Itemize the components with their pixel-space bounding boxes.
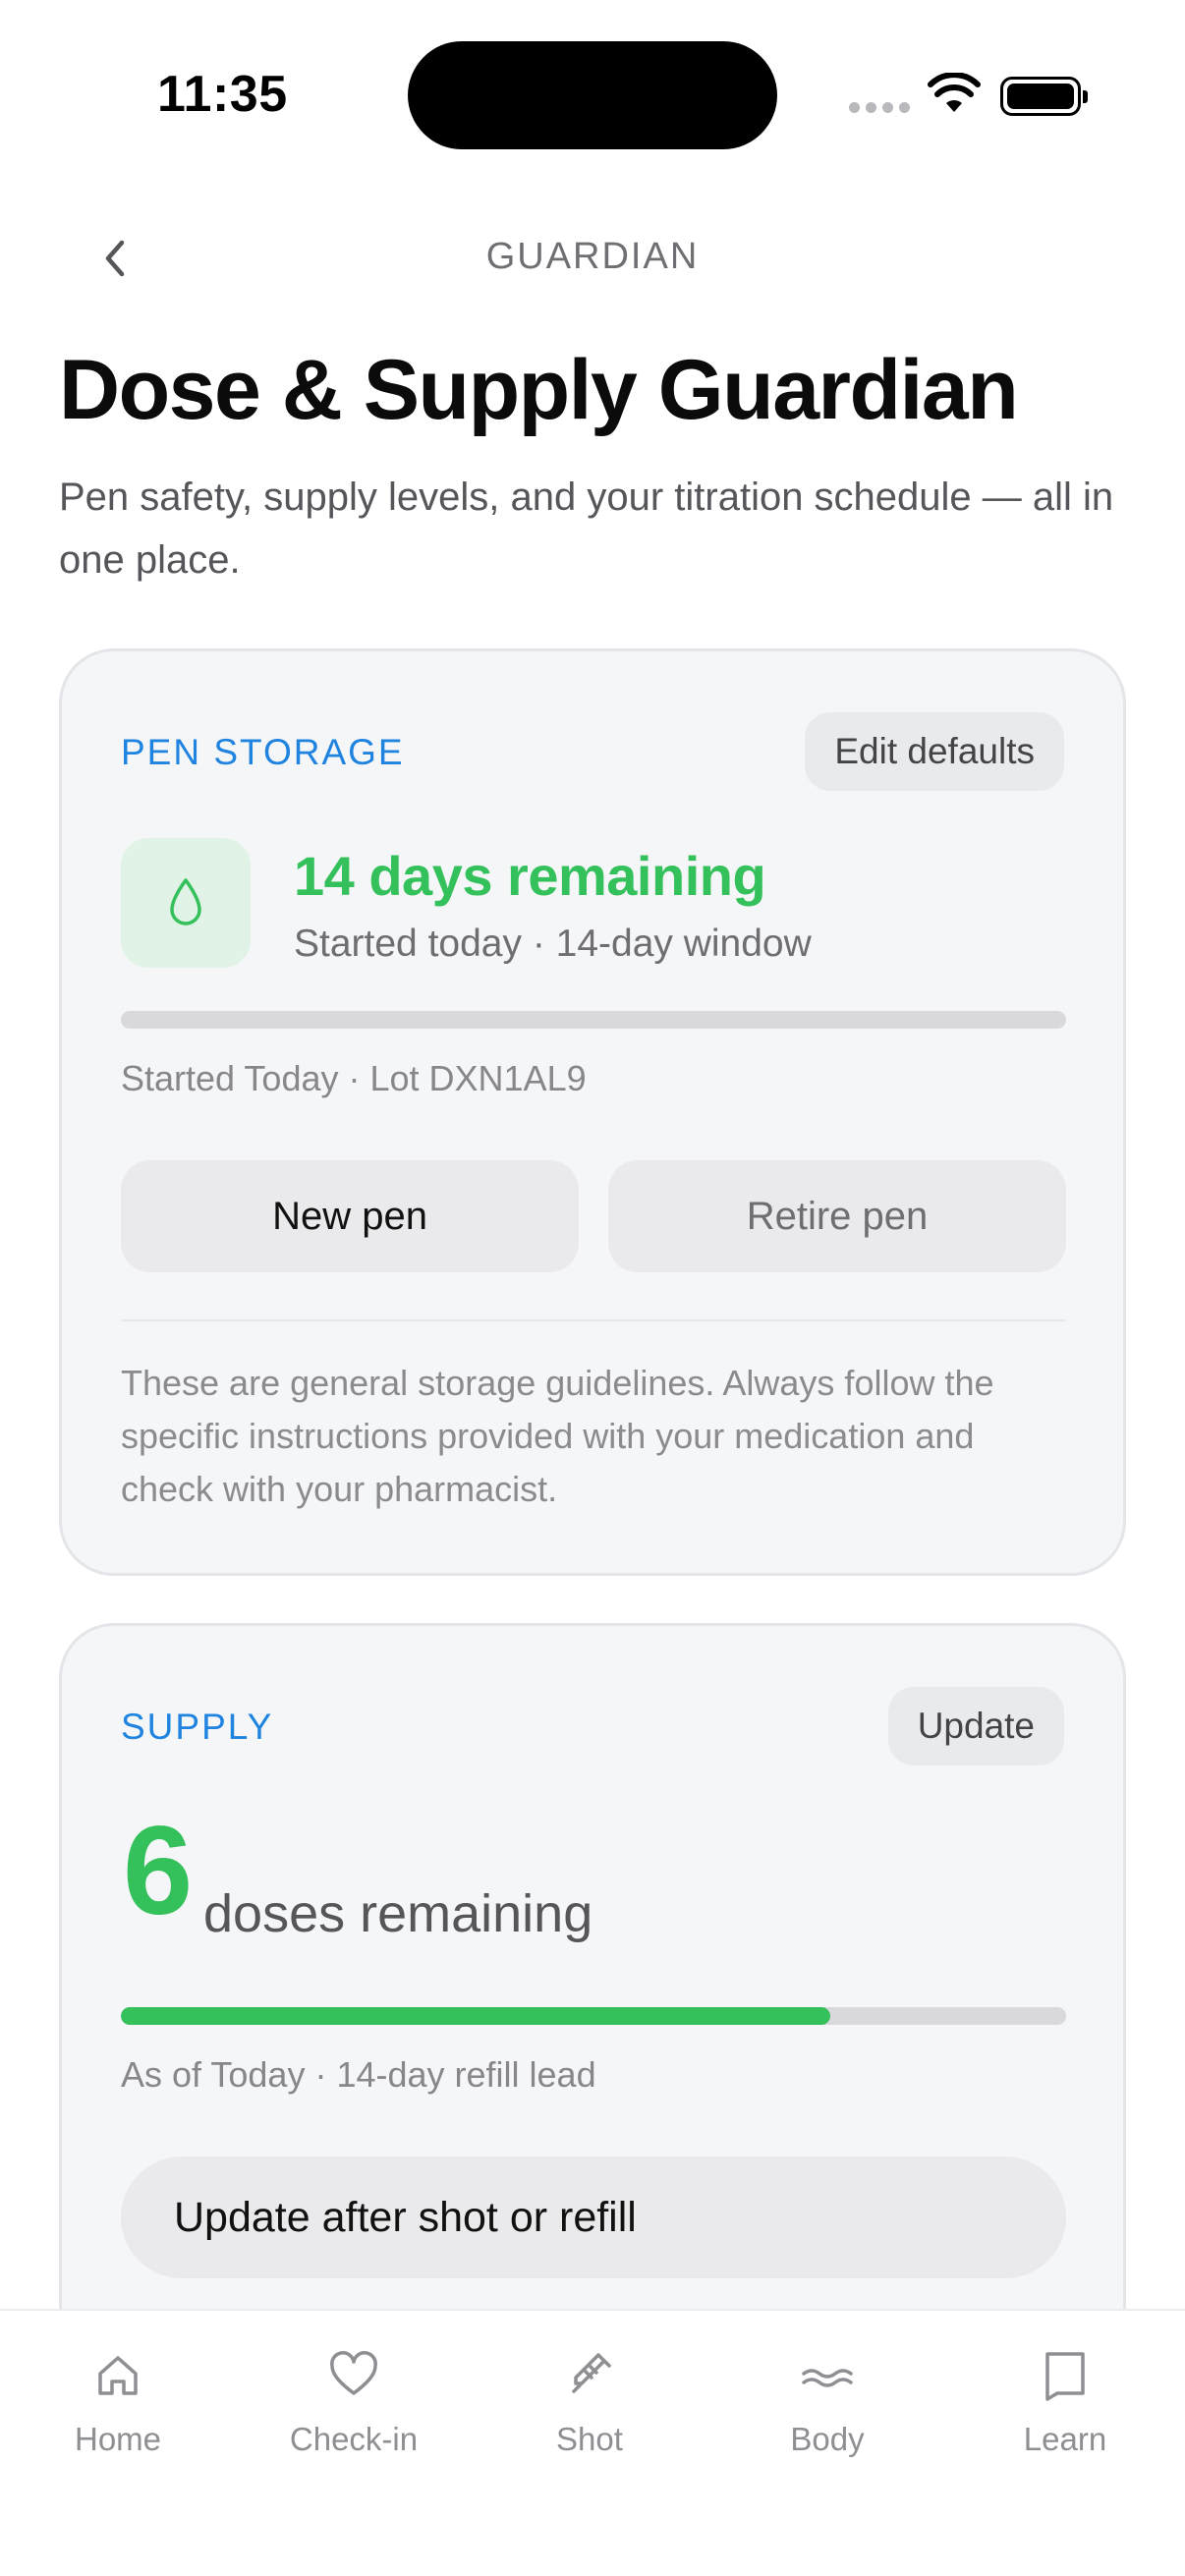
guardian-screen: 11:35 GUARDIAN Dose & Supply Guardian Pe… [0, 0, 1185, 2576]
page-subtitle: Pen safety, supply levels, and your titr… [59, 476, 1114, 582]
storage-disclaimer: These are general storage guidelines. Al… [121, 1363, 994, 1509]
drop-icon [170, 878, 201, 925]
update-after-shot-button[interactable]: Update after shot or refill [121, 2156, 1066, 2278]
tab-label: Shot [556, 2421, 623, 2457]
pen-storage-label: PEN STORAGE [121, 732, 405, 772]
tab-home[interactable]: Home [20, 2346, 216, 2458]
book-icon [1045, 2352, 1085, 2401]
storage-progress-bar [121, 1011, 1066, 1029]
tab-learn[interactable]: Learn [967, 2346, 1163, 2458]
battery-icon [1000, 77, 1088, 116]
dynamic-island [408, 41, 777, 149]
heart-icon [330, 2351, 377, 2395]
signal-icon [849, 102, 910, 113]
supply-progress-fill [121, 2007, 830, 2025]
days-remaining: 14 days remaining [294, 845, 766, 907]
storage-meta: Started Today · Lot DXN1AL9 [121, 1058, 587, 1098]
status-time: 11:35 [157, 66, 288, 123]
tab-body[interactable]: Body [729, 2346, 926, 2458]
pen-storage-card: PEN STORAGE Edit defaults 14 days remain… [59, 648, 1126, 1576]
page-title: Dose & Supply Guardian [59, 343, 1019, 437]
nav-title: GUARDIAN [485, 236, 700, 277]
waves-icon [802, 2369, 853, 2387]
tab-label: Check-in [289, 2421, 419, 2457]
storage-window: Started today · 14-day window [294, 923, 812, 965]
supply-progress-bar [121, 2007, 1066, 2025]
tab-label: Body [790, 2421, 865, 2457]
supply-meta: As of Today · 14-day refill lead [121, 2054, 596, 2095]
syringe-icon [572, 2353, 611, 2393]
tab-label: Home [74, 2421, 162, 2457]
wifi-icon [928, 73, 981, 112]
new-pen-button[interactable]: New pen [121, 1160, 579, 1272]
status-bar: 11:35 [0, 0, 1185, 187]
tab-bar: Home Check-in Shot Body Learn [0, 2309, 1185, 2576]
tab-check-in[interactable]: Check-in [255, 2346, 452, 2458]
update-supply-button[interactable]: Update [887, 1687, 1064, 1765]
drop-tile [121, 838, 251, 968]
tab-shot[interactable]: Shot [491, 2346, 688, 2458]
doses-count: 6 [123, 1801, 194, 1941]
doses-label: doses remaining [203, 1884, 593, 1943]
tab-label: Learn [1023, 2421, 1107, 2457]
home-icon [98, 2356, 138, 2395]
edit-defaults-button[interactable]: Edit defaults [805, 712, 1064, 791]
retire-pen-button[interactable]: Retire pen [608, 1160, 1066, 1272]
supply-label: SUPPLY [121, 1707, 274, 1747]
divider [121, 1319, 1066, 1321]
